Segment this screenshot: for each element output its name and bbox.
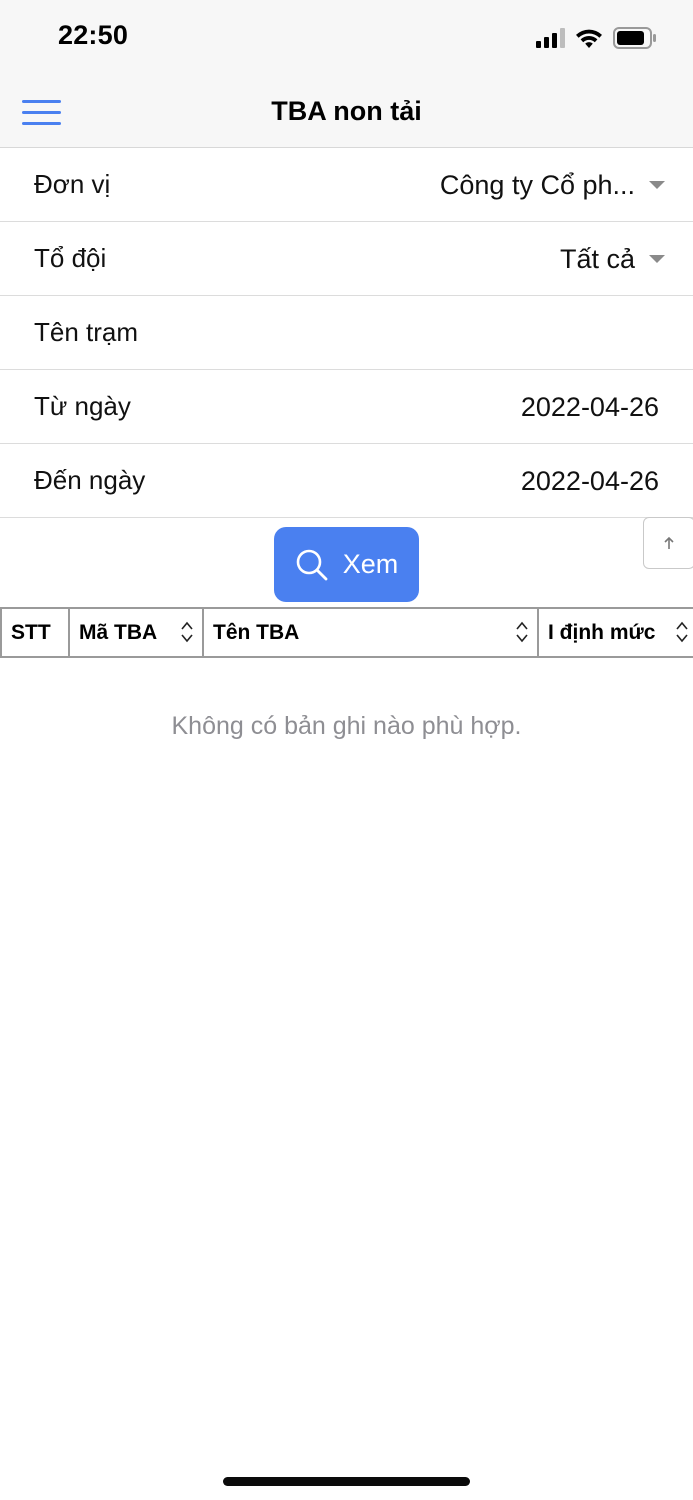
- ten-tram-input[interactable]: [200, 310, 659, 356]
- den-ngay-row[interactable]: Đến ngày 2022-04-26: [0, 444, 693, 518]
- tu-ngay-value: 2022-04-26: [520, 391, 659, 422]
- sort-icon[interactable]: [675, 619, 689, 645]
- arrow-up-icon: [664, 536, 674, 549]
- app-screen: 22:50 TBA non tải Đơn vị Công ty Cổ ph..…: [0, 0, 693, 1500]
- caret-down-icon: [649, 181, 665, 189]
- column-header-label: Mã TBA: [79, 620, 158, 644]
- status-bar: 22:50: [0, 0, 693, 78]
- ten-tram-row: Tên trạm: [0, 296, 693, 370]
- home-indicator[interactable]: [223, 1477, 470, 1486]
- table-header: STT Mã TBA Tên TBA I định mức: [0, 607, 693, 658]
- tu-ngay-date-picker[interactable]: 2022-04-26: [521, 370, 659, 444]
- column-header-label: I định mức: [548, 620, 656, 644]
- column-header-label: STT: [11, 620, 51, 644]
- sort-icon[interactable]: [180, 619, 194, 645]
- status-time: 22:50: [58, 20, 129, 50]
- wifi-icon: [576, 29, 602, 48]
- don-vi-row[interactable]: Đơn vị Công ty Cổ ph...: [0, 148, 693, 222]
- scroll-top-button[interactable]: [643, 517, 693, 569]
- to-doi-value: Tất cả: [559, 243, 635, 274]
- battery-icon: [613, 27, 656, 49]
- don-vi-select[interactable]: Công ty Cổ ph...: [440, 148, 665, 222]
- ten-tram-label: Tên trạm: [34, 317, 139, 347]
- sort-icon[interactable]: [515, 619, 529, 645]
- caret-down-icon: [649, 255, 665, 263]
- don-vi-label: Đơn vị: [34, 169, 111, 199]
- search-icon: [296, 549, 328, 580]
- page-title: TBA non tải: [271, 96, 422, 126]
- column-header-stt: STT: [0, 609, 68, 656]
- view-button[interactable]: Xem: [274, 527, 419, 602]
- column-header-ma-tba[interactable]: Mã TBA: [68, 609, 202, 656]
- to-doi-label: Tổ đội: [34, 243, 107, 273]
- column-header-label: Tên TBA: [213, 620, 300, 644]
- filter-form: Đơn vị Công ty Cổ ph... Tổ đội Tất cả Tê…: [0, 148, 693, 518]
- den-ngay-value: 2022-04-26: [520, 465, 659, 496]
- den-ngay-date-picker[interactable]: 2022-04-26: [521, 444, 659, 518]
- status-icons: [536, 26, 657, 50]
- view-button-label: Xem: [342, 549, 399, 579]
- cellular-signal-icon: [536, 28, 565, 48]
- column-header-i-dinh-muc[interactable]: I định mức: [537, 609, 693, 656]
- column-header-ten-tba[interactable]: Tên TBA: [202, 609, 537, 656]
- don-vi-value: Công ty Cổ ph...: [439, 169, 635, 200]
- to-doi-row[interactable]: Tổ đội Tất cả: [0, 222, 693, 296]
- navigation-bar: TBA non tải: [0, 78, 693, 148]
- tu-ngay-row[interactable]: Từ ngày 2022-04-26: [0, 370, 693, 444]
- den-ngay-label: Đến ngày: [34, 465, 146, 495]
- to-doi-select[interactable]: Tất cả: [560, 222, 665, 296]
- tu-ngay-label: Từ ngày: [34, 391, 131, 421]
- empty-table-message: Không có bản ghi nào phù hợp.: [171, 712, 522, 740]
